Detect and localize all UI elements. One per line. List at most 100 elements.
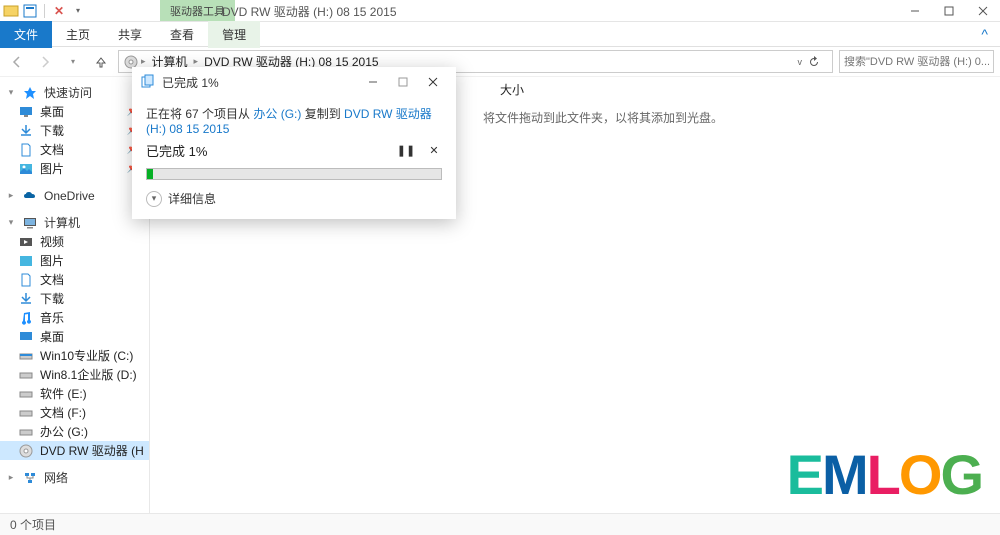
sidebar-item-label: DVD RW 驱动器 (H: [40, 442, 144, 459]
disc-icon: [18, 443, 34, 459]
title-bar: ✕ ▾ 驱动器工具 DVD RW 驱动器 (H:) 08 15 2015: [0, 0, 1000, 22]
chevron-right-icon[interactable]: ▸: [6, 190, 16, 201]
sidebar-quick-access-label: 快速访问: [44, 84, 92, 101]
ribbon-tab-share[interactable]: 共享: [104, 21, 156, 48]
ribbon-help-icon[interactable]: ^: [969, 26, 1000, 42]
sidebar-item-label: 桌面: [40, 103, 64, 120]
nav-up-button[interactable]: [90, 51, 112, 73]
sidebar-item-label: 桌面: [40, 328, 64, 345]
status-item-count: 0 个项目: [10, 516, 56, 533]
sidebar-item-label: 文档 (F:): [40, 404, 86, 421]
sidebar-this-pc-label: 计算机: [44, 214, 80, 231]
sidebar-network[interactable]: ▸ 网络: [0, 468, 149, 487]
sidebar-item-label: 图片: [40, 160, 64, 177]
crumb-sep-icon[interactable]: ▸: [141, 56, 146, 67]
sidebar-item-drive-c[interactable]: Win10专业版 (C:): [0, 346, 149, 365]
chevron-right-icon[interactable]: ▸: [6, 472, 16, 483]
download-icon: [18, 123, 34, 139]
sidebar-item-documents[interactable]: 文档: [0, 270, 149, 289]
chevron-down-icon[interactable]: ▾: [6, 217, 16, 228]
sidebar-item-documents[interactable]: 文档 📌: [0, 140, 149, 159]
document-icon: [18, 142, 34, 158]
qat-properties-icon[interactable]: [22, 3, 38, 19]
window-controls: [898, 0, 1000, 22]
sidebar-item-desktop[interactable]: 桌面: [0, 327, 149, 346]
ribbon-tab-home[interactable]: 主页: [52, 21, 104, 48]
copy-source-link[interactable]: 办公 (G:): [253, 107, 301, 121]
refresh-icon[interactable]: [808, 56, 828, 68]
pause-button[interactable]: ❚❚: [398, 143, 414, 159]
dialog-minimize-button[interactable]: [358, 71, 388, 93]
sidebar-item-downloads[interactable]: 下载 📌: [0, 121, 149, 140]
drive-icon: [18, 386, 34, 402]
sidebar-item-pictures[interactable]: 图片: [0, 251, 149, 270]
sidebar-item-label: 视频: [40, 233, 64, 250]
sidebar-item-label: Win8.1企业版 (D:): [40, 366, 137, 383]
copy-description: 正在将 67 个项目从 办公 (G:) 复制到 DVD RW 驱动器 (H:) …: [146, 105, 442, 136]
computer-icon: [22, 215, 38, 231]
sidebar-item-pictures[interactable]: 图片 📌: [0, 159, 149, 178]
ribbon-tabs: 文件 主页 共享 查看 管理 ^: [0, 22, 1000, 47]
copy-icon: [140, 74, 156, 90]
nav-recent-dropdown[interactable]: ▾: [62, 51, 84, 73]
onedrive-icon: [22, 188, 38, 204]
sidebar-this-pc[interactable]: ▾ 计算机: [0, 213, 149, 232]
sidebar-item-drive-f[interactable]: 文档 (F:): [0, 403, 149, 422]
sidebar-item-drive-e[interactable]: 软件 (E:): [0, 384, 149, 403]
video-icon: [18, 234, 34, 250]
sidebar-quick-access[interactable]: ▾ 快速访问: [0, 83, 149, 102]
document-icon: [18, 272, 34, 288]
sidebar-item-label: 音乐: [40, 309, 64, 326]
ribbon-tab-file[interactable]: 文件: [0, 21, 52, 48]
quick-access-toolbar: ✕ ▾: [0, 3, 86, 19]
sidebar-network-label: 网络: [44, 469, 68, 486]
drive-icon: [18, 367, 34, 383]
sidebar-item-music[interactable]: 音乐: [0, 308, 149, 327]
dialog-close-button[interactable]: [418, 71, 448, 93]
minimize-button[interactable]: [898, 0, 932, 22]
chevron-down-icon: ▾: [146, 191, 162, 207]
sidebar-item-videos[interactable]: 视频: [0, 232, 149, 251]
window-title: DVD RW 驱动器 (H:) 08 15 2015: [222, 3, 397, 20]
sidebar-item-label: 软件 (E:): [40, 385, 87, 402]
close-button[interactable]: [966, 0, 1000, 22]
watermark-logo: EMLOG: [787, 442, 982, 507]
drive-icon: [18, 424, 34, 440]
sidebar-item-downloads[interactable]: 下载: [0, 289, 149, 308]
search-box[interactable]: [839, 50, 994, 73]
search-input[interactable]: [844, 56, 989, 68]
sidebar-item-label: 图片: [40, 252, 64, 269]
dialog-title: 已完成 1%: [162, 74, 219, 91]
details-toggle[interactable]: ▾ 详细信息: [146, 190, 442, 207]
picture-icon: [18, 161, 34, 177]
status-bar: 0 个项目: [0, 513, 1000, 535]
app-icon: [3, 3, 19, 19]
dialog-maximize-button[interactable]: [388, 71, 418, 93]
qat-dropdown-icon[interactable]: ▾: [70, 3, 86, 19]
qat-new-folder-icon[interactable]: ✕: [51, 3, 67, 19]
sidebar-item-dvd-drive[interactable]: DVD RW 驱动器 (H: [0, 441, 149, 460]
sidebar-item-drive-g[interactable]: 办公 (G:): [0, 422, 149, 441]
star-icon: [22, 85, 38, 101]
nav-back-button[interactable]: [6, 51, 28, 73]
column-header-size[interactable]: 大小: [500, 81, 524, 98]
desktop-icon: [18, 329, 34, 345]
dialog-title-bar[interactable]: 已完成 1%: [132, 67, 456, 97]
picture-icon: [18, 253, 34, 269]
ribbon-tab-manage[interactable]: 管理: [208, 21, 260, 48]
chevron-down-icon[interactable]: ▾: [6, 87, 16, 98]
maximize-button[interactable]: [932, 0, 966, 22]
sidebar-item-desktop[interactable]: 桌面 📌: [0, 102, 149, 121]
sidebar-onedrive[interactable]: ▸ OneDrive: [0, 186, 149, 205]
details-label: 详细信息: [168, 190, 216, 207]
copy-progress-dialog: 已完成 1% 正在将 67 个项目从 办公 (G:) 复制到 DVD RW 驱动…: [132, 67, 456, 219]
sidebar-item-drive-d[interactable]: Win8.1企业版 (D:): [0, 365, 149, 384]
drive-icon: [18, 405, 34, 421]
sidebar-item-label: 文档: [40, 141, 64, 158]
crumb-sep-icon[interactable]: ▸: [194, 56, 199, 67]
nav-forward-button[interactable]: [34, 51, 56, 73]
network-icon: [22, 470, 38, 486]
cancel-button[interactable]: ✕: [426, 143, 442, 159]
ribbon-tab-view[interactable]: 查看: [156, 21, 208, 48]
address-dropdown-icon[interactable]: v: [794, 57, 807, 67]
